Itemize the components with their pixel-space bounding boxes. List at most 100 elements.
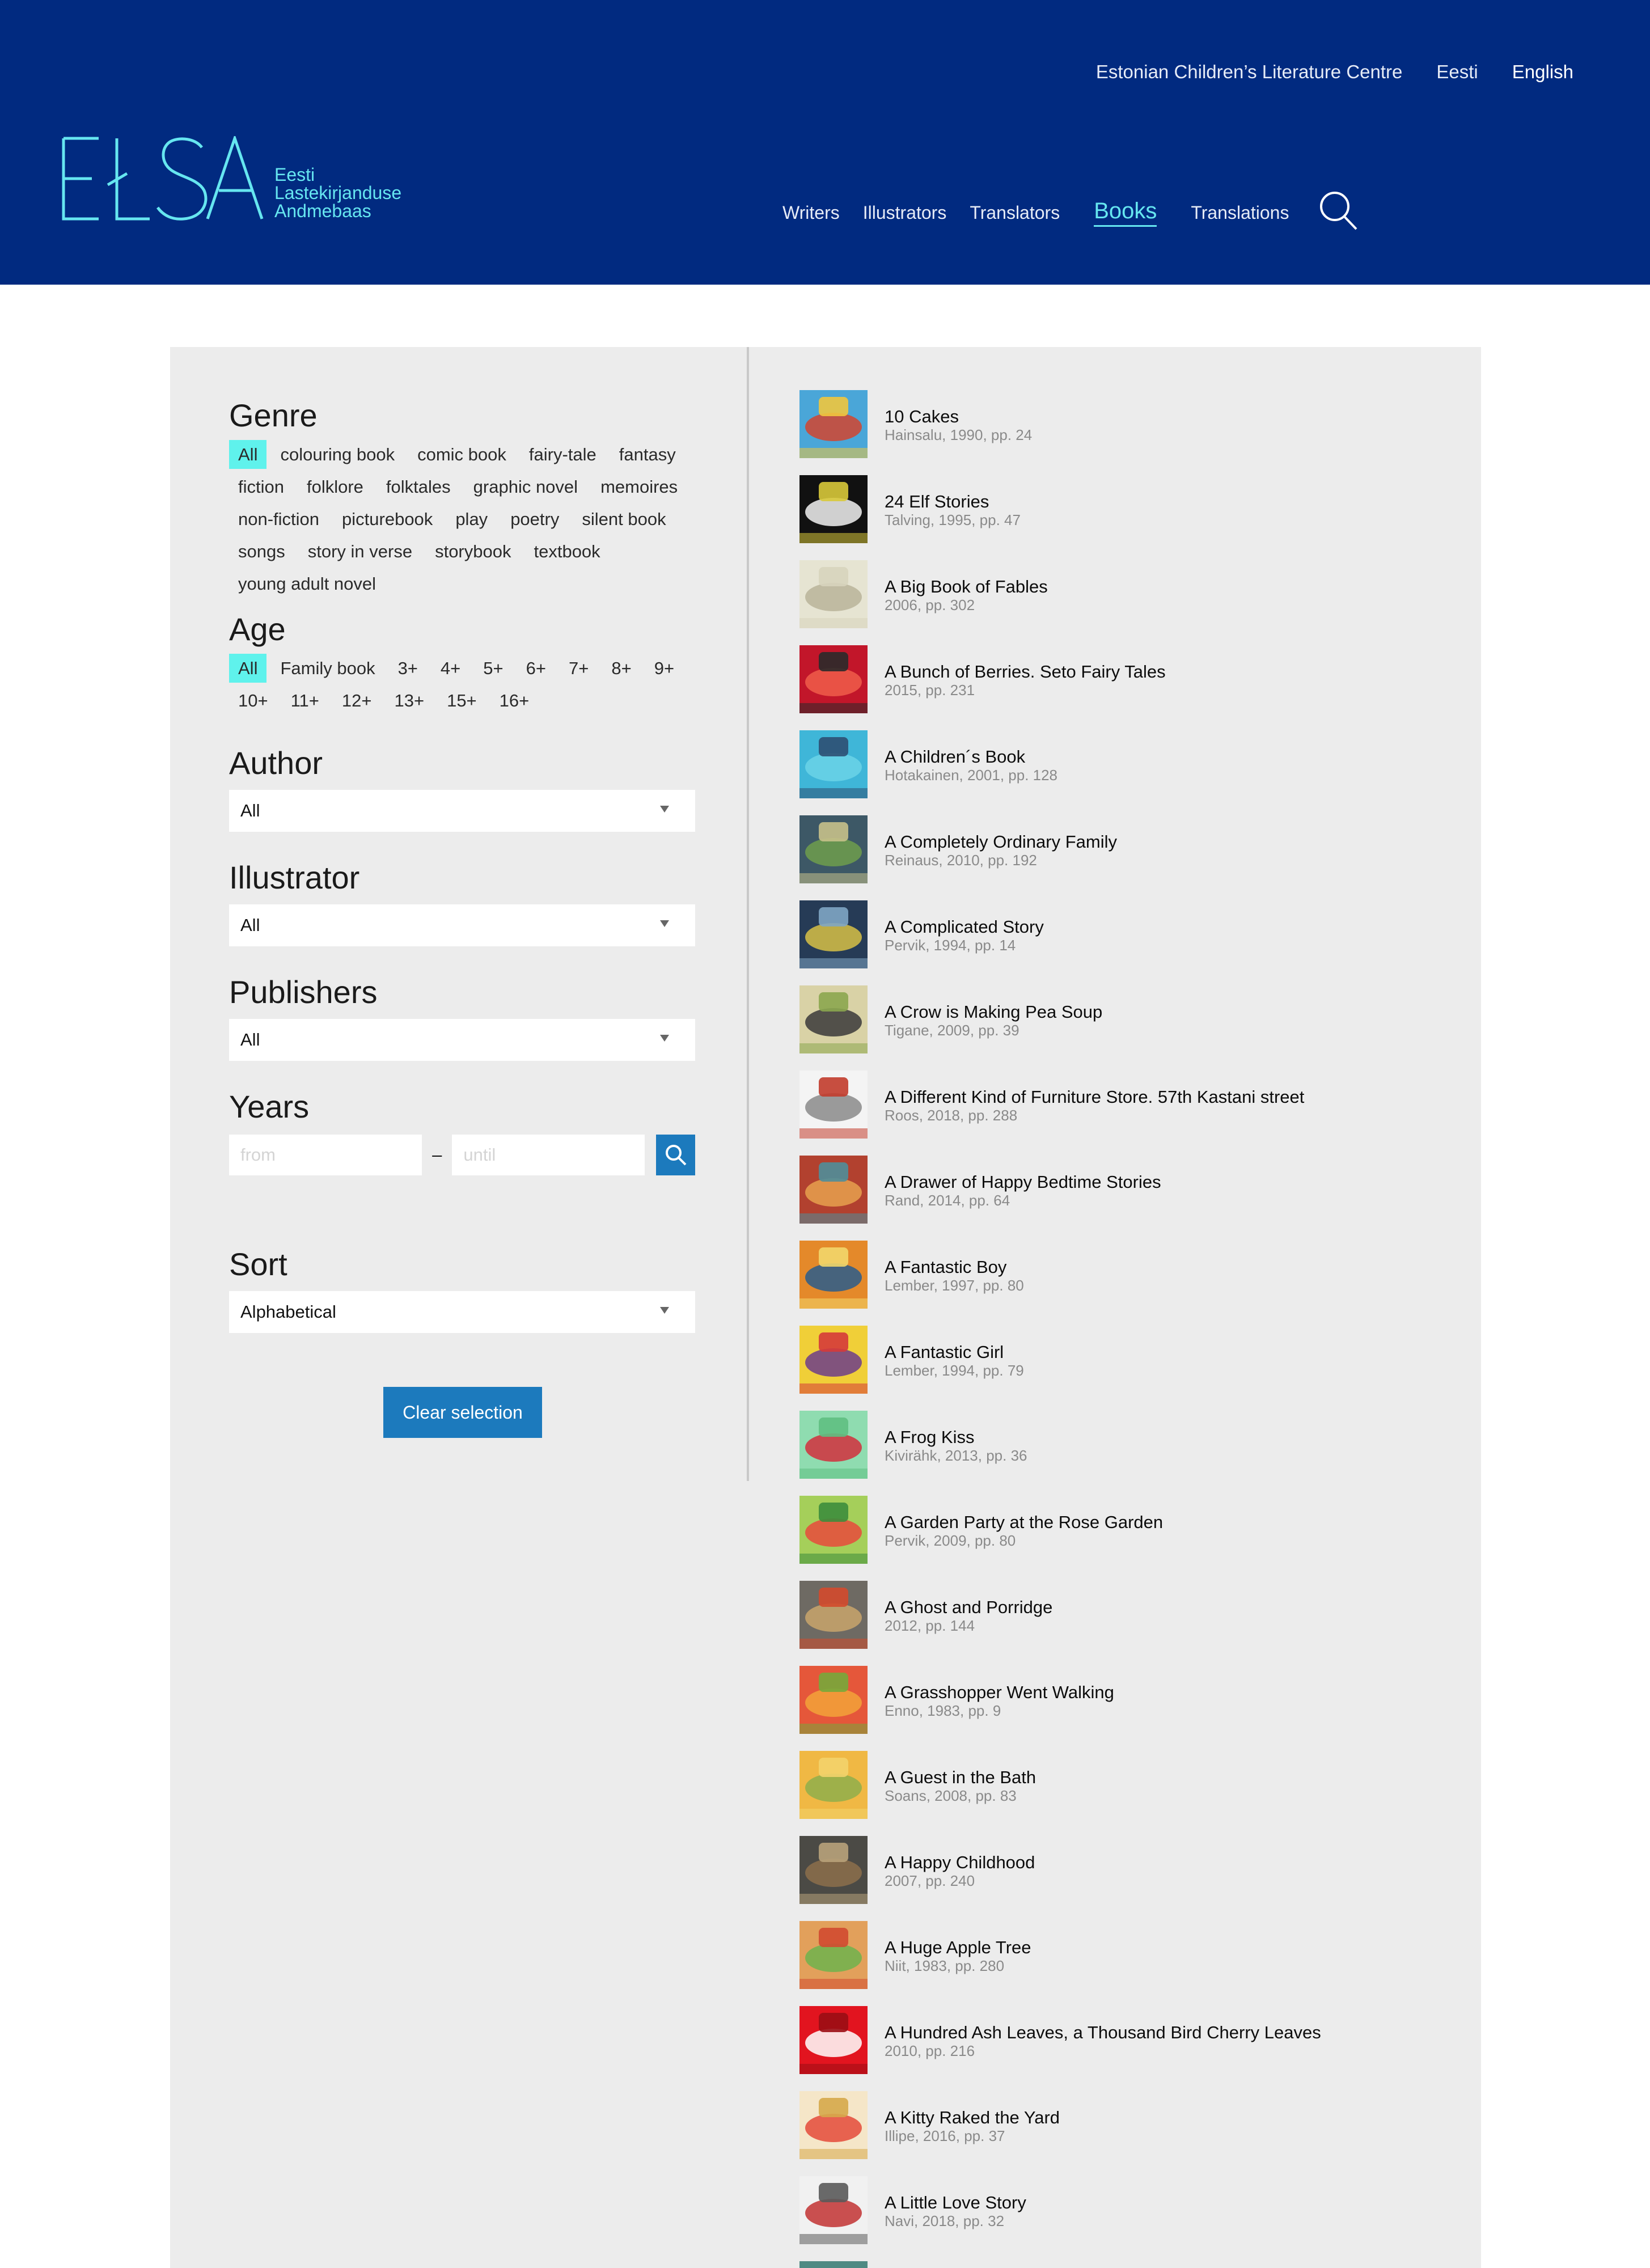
book-cover-image[interactable] [799,1070,868,1139]
genre-tag[interactable]: songs [229,537,294,566]
book-list-item[interactable]: A Children´s Book Hotakainen, 2001, pp. 1… [799,730,1452,799]
book-title[interactable]: A Happy Childhood [885,1853,1035,1872]
book-title[interactable]: A Bunch of Berries. Seto Fairy Tales [885,662,1166,682]
age-tag[interactable]: 7+ [560,654,598,683]
book-title[interactable]: A Big Book of Fables [885,577,1048,596]
age-tag[interactable]: 3+ [389,654,427,683]
book-cover-image[interactable] [799,1241,868,1309]
book-cover-image[interactable] [799,815,868,883]
book-list-item[interactable]: A Fantastic Girl Lember, 1994, pp. 79 [799,1326,1452,1395]
age-tag[interactable]: 12+ [333,686,381,715]
genre-tag[interactable]: storybook [426,537,520,566]
book-list-item[interactable]: A Big Book of Fables 2006, pp. 302 [799,560,1452,629]
book-list-item[interactable]: A Completely Ordinary Family Reinaus, 201… [799,815,1452,885]
book-cover-image[interactable] [799,1581,868,1649]
book-list-item[interactable]: A Kitty Raked the Yard Illipe, 2016, pp. … [799,2091,1452,2160]
genre-tag[interactable]: graphic novel [464,472,587,501]
book-title[interactable]: A Little Love Story [885,2193,1026,2212]
age-tag[interactable]: 5+ [474,654,512,683]
book-list-item[interactable]: A Crow is Making Pea Soup Tigane, 2009, p… [799,985,1452,1055]
book-title[interactable]: A Hundred Ash Leaves, a Thousand Bird Ch… [885,2023,1321,2042]
book-title[interactable]: A Kitty Raked the Yard [885,2108,1060,2127]
book-title[interactable]: A Ghost and Porridge [885,1598,1052,1617]
book-list-item[interactable]: 24 Elf Stories Talving, 1995, pp. 47 [799,475,1452,544]
genre-tag[interactable]: colouring book [271,440,404,469]
genre-tag[interactable]: comic book [408,440,515,469]
book-title[interactable]: 24 Elf Stories [885,492,1021,511]
book-list-item[interactable]: A Complicated Story Pervik, 1994, pp. 14 [799,900,1452,970]
age-tag[interactable]: 9+ [645,654,683,683]
book-cover-image[interactable] [799,390,868,458]
book-title[interactable]: A Complicated Story [885,917,1044,937]
elsa-logo[interactable]: Eesti Lastekirjanduse Andmebaas [59,136,422,227]
age-tag[interactable]: 10+ [229,686,277,715]
age-tag[interactable]: 11+ [282,686,328,715]
years-search-button[interactable] [656,1135,695,1175]
book-list-item[interactable]: A Little Love Story Navi, 2018, pp. 32 [799,2176,1452,2245]
book-title[interactable]: A Grasshopper Went Walking [885,1683,1114,1702]
book-title[interactable]: A Frog Kiss [885,1428,1027,1447]
book-title[interactable]: A Crow is Making Pea Soup [885,1002,1102,1022]
book-cover-image[interactable] [799,1326,868,1394]
nav-illustrators[interactable]: Illustrators [863,202,947,223]
publishers-select[interactable]: All [229,1019,695,1061]
book-cover-image[interactable] [799,2091,868,2159]
book-cover-image[interactable] [799,2176,868,2244]
author-select[interactable]: All [229,790,695,832]
nav-translators[interactable]: Translators [970,202,1060,223]
genre-tag[interactable]: non-fiction [229,505,328,534]
book-cover-image[interactable] [799,2006,868,2074]
book-cover-image[interactable] [799,1411,868,1479]
book-title[interactable]: A Drawer of Happy Bedtime Stories [885,1173,1161,1192]
age-tag[interactable]: 4+ [431,654,469,683]
lang-en-link[interactable]: English [1512,61,1573,83]
book-list-item[interactable]: 10 Cakes Hainsalu, 1990, pp. 24 [799,390,1452,459]
book-cover-image[interactable] [799,645,868,713]
book-cover-image[interactable] [799,900,868,968]
book-cover-image[interactable] [799,1496,868,1564]
book-cover-image[interactable] [799,1666,868,1734]
age-tag[interactable]: 15+ [438,686,486,715]
age-tag[interactable]: 8+ [602,654,640,683]
book-cover-image[interactable] [799,1836,868,1904]
book-list-item[interactable]: A Garden Party at the Rose Garden Pervik,… [799,1496,1452,1565]
book-title[interactable]: A Guest in the Bath [885,1768,1036,1787]
age-tag[interactable]: All [229,654,267,683]
genre-tag[interactable]: folktales [377,472,460,501]
book-list-item[interactable]: A Bunch of Berries. Seto Fairy Tales 2015… [799,645,1452,714]
genre-tag[interactable]: play [446,505,497,534]
genre-tag[interactable]: silent book [573,505,675,534]
book-list-item[interactable] [799,2261,1452,2268]
header-search-button[interactable] [1319,191,1359,231]
genre-tag[interactable]: picturebook [333,505,442,534]
age-tag[interactable]: 6+ [517,654,555,683]
age-tag[interactable]: 16+ [490,686,539,715]
genre-tag[interactable]: fiction [229,472,293,501]
book-cover-image[interactable] [799,475,868,543]
book-title[interactable]: A Fantastic Girl [885,1343,1024,1362]
book-list-item[interactable]: A Fantastic Boy Lember, 1997, pp. 80 [799,1241,1452,1310]
genre-tag[interactable]: fantasy [610,440,685,469]
book-title[interactable]: 10 Cakes [885,407,1032,426]
book-cover-image[interactable] [799,560,868,628]
year-until-input[interactable] [452,1135,645,1175]
lang-et-link[interactable]: Eesti [1436,61,1478,83]
nav-writers[interactable]: Writers [782,202,840,223]
book-title[interactable]: A Completely Ordinary Family [885,832,1117,852]
book-list-item[interactable]: A Different Kind of Furniture Store. 57t… [799,1070,1452,1140]
book-cover-image[interactable] [799,985,868,1053]
sort-select[interactable]: Alphabetical [229,1291,695,1333]
centre-link[interactable]: Estonian Children’s Literature Centre [1096,61,1403,83]
nav-books[interactable]: Books [1094,198,1157,227]
genre-tag[interactable]: textbook [524,537,609,566]
book-cover-image[interactable] [799,730,868,798]
book-list-item[interactable]: A Frog Kiss Kivirähk, 2013, pp. 36 [799,1411,1452,1480]
book-list-item[interactable]: A Huge Apple Tree Niit, 1983, pp. 280 [799,1921,1452,1990]
book-title[interactable]: A Different Kind of Furniture Store. 57t… [885,1088,1304,1107]
book-cover-image[interactable] [799,2261,868,2268]
book-cover-image[interactable] [799,1156,868,1224]
book-title[interactable]: A Fantastic Boy [885,1258,1024,1277]
book-title[interactable]: A Garden Party at the Rose Garden [885,1513,1163,1532]
age-tag[interactable]: Family book [271,654,384,683]
book-title[interactable]: A Huge Apple Tree [885,1938,1031,1957]
